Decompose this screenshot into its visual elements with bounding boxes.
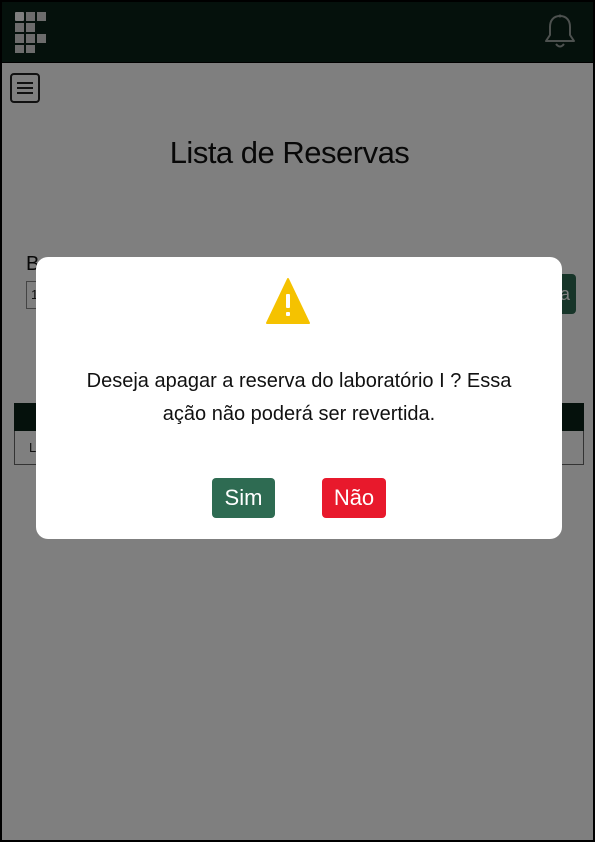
confirm-delete-dialog: Deseja apagar a reserva do laboratório I… [36,257,562,539]
dialog-message: Deseja apagar a reserva do laboratório I… [86,370,512,425]
warning-triangle-icon [266,278,310,324]
cancel-button[interactable]: Não [322,478,386,518]
confirm-button[interactable]: Sim [212,478,275,518]
app-frame: Lista de Reservas B 1 a L Deseja apagar … [0,0,595,842]
